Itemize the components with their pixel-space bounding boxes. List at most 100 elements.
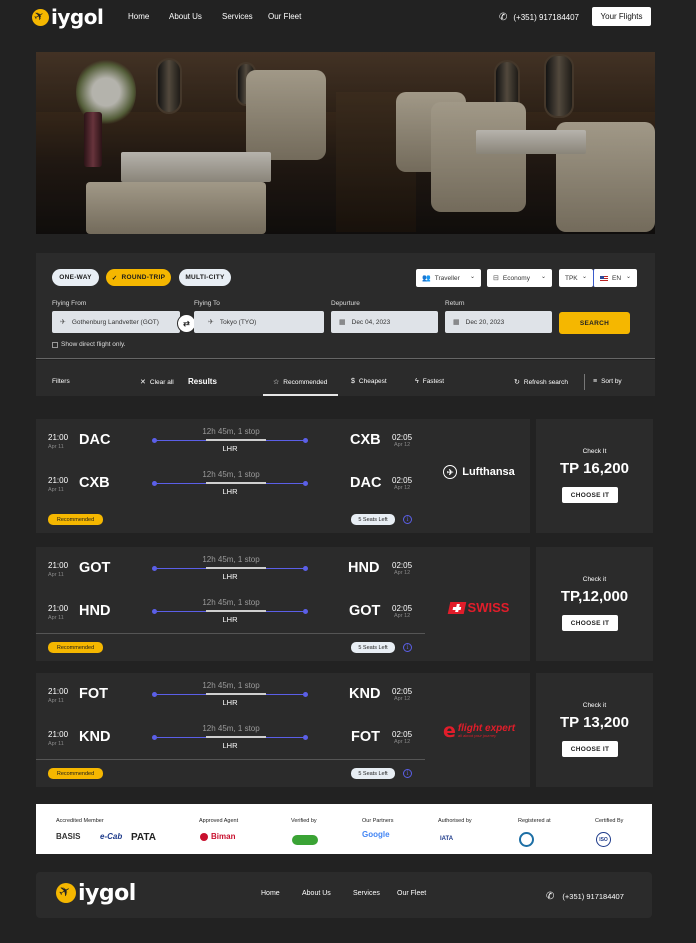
arrive-time: 02:05 <box>392 476 413 485</box>
partners-strip: Accredited Member BASIS e-Cab PATA Appro… <box>36 804 652 854</box>
traveller-select[interactable]: 👥 Traveller ⌄ <box>416 269 481 287</box>
header-phone[interactable]: ✆ (+351) 917184407 <box>499 12 579 23</box>
filters-label[interactable]: Filters <box>52 378 70 385</box>
verified-label: Verified by <box>291 818 317 824</box>
depart-date: Apr 11 <box>48 572 64 578</box>
nav-home[interactable]: Home <box>128 12 149 21</box>
authorised-label: Authorised by <box>438 818 472 824</box>
info-icon[interactable]: i <box>403 515 412 524</box>
arrive-date: Apr 12 <box>394 739 411 745</box>
depart-time: 21:00 <box>48 730 69 739</box>
footer-nav-fleet[interactable]: Our Fleet <box>397 890 426 897</box>
cabin-label: Economy <box>502 274 530 282</box>
search-panel: ONE-WAY ✓ ROUND-TRIP MULTI-CITY 👥 Travel… <box>36 253 655 359</box>
price-card: Check It TP 16,200 CHOOSE IT <box>536 419 653 533</box>
nav-fleet[interactable]: Our Fleet <box>268 12 301 21</box>
basis-logo: BASIS <box>56 832 81 841</box>
info-icon[interactable]: i <box>403 769 412 778</box>
to-field[interactable]: ✈ Tokyo (TYO) <box>194 311 324 333</box>
sort-by-button[interactable]: ≡ Sort by <box>593 378 622 385</box>
your-flights-button[interactable]: Your Flights <box>592 7 651 26</box>
info-icon[interactable]: i <box>403 643 412 652</box>
depart-time: 21:00 <box>48 561 69 570</box>
footer-nav-about[interactable]: About Us <box>302 890 331 897</box>
check-it-label: Check it <box>582 702 607 709</box>
chevron-down-icon: ⌄ <box>540 274 546 280</box>
airline-logo: SWISS <box>434 600 524 615</box>
footer-logo[interactable]: iygol <box>56 880 136 906</box>
check-icon: ✓ <box>111 274 118 282</box>
depart-date: Apr 11 <box>48 487 64 493</box>
chevron-down-icon: ⌄ <box>469 274 475 280</box>
biman-logo: Biman <box>211 832 236 841</box>
trip-multi-city[interactable]: MULTI-CITY <box>179 269 231 286</box>
results-heading: Results <box>188 377 217 386</box>
choose-it-button[interactable]: CHOOSE IT <box>562 487 618 503</box>
recommended-badge: Recommended <box>48 768 103 779</box>
flight-card: 21:00 Apr 11 DAC 12h 45m, 1 stop LHR CXB… <box>36 419 530 533</box>
price-card: Check it TP 13,200 CHOOSE IT <box>536 673 653 787</box>
origin-code: DAC <box>79 432 111 448</box>
footer-nav-home[interactable]: Home <box>261 890 280 897</box>
flight-leg: 21:00 Apr 11 KND 12h 45m, 1 stop LHR FOT… <box>36 716 436 756</box>
airline-logo: ✈ Lufthansa <box>434 465 524 479</box>
biman-icon <box>200 832 208 841</box>
destination-code: FOT <box>351 729 380 745</box>
cabin-select[interactable]: ⊟ Economy ⌄ <box>487 269 552 287</box>
trip-round-trip-label: ROUND-TRIP <box>121 274 166 281</box>
plane-landing-icon: ✈ <box>208 319 214 326</box>
origin-code: HND <box>79 603 111 619</box>
search-button[interactable]: SEARCH <box>559 312 630 334</box>
trip-round-trip[interactable]: ✓ ROUND-TRIP <box>106 269 171 286</box>
price: TP 16,200 <box>560 460 629 477</box>
phone-number: (+351) 917184407 <box>513 13 580 22</box>
nav-services[interactable]: Services <box>222 12 253 21</box>
trip-one-way[interactable]: ONE-WAY <box>52 269 99 286</box>
logo[interactable]: iygol <box>32 4 104 30</box>
footer-phone[interactable]: ✆ (+351) 917184407 <box>546 891 624 902</box>
duration: 12h 45m, 1 stop <box>202 470 260 479</box>
recommended-badge: Recommended <box>48 514 103 525</box>
footer-nav-services[interactable]: Services <box>353 890 380 897</box>
divider <box>584 374 585 390</box>
choose-it-button[interactable]: CHOOSE IT <box>562 615 618 631</box>
nav-about[interactable]: About Us <box>169 12 202 21</box>
plane-takeoff-icon: ✈ <box>60 319 66 326</box>
results-filter-bar: Filters ✕ Clear all Results ☆ Recommende… <box>36 360 655 396</box>
iata-logo: IATA <box>440 836 454 842</box>
language-select[interactable]: EN ⌄ <box>593 269 637 287</box>
star-icon: ☆ <box>273 379 280 386</box>
bolt-icon: ϟ <box>415 378 419 385</box>
accredited-label: Accredited Member <box>56 818 104 824</box>
destination-code: KND <box>349 686 381 702</box>
arrive-time: 02:05 <box>392 604 413 613</box>
price: TP 13,200 <box>560 714 629 731</box>
plane-logo-icon <box>32 8 49 26</box>
direct-only-checkbox[interactable]: Show direct flight only. <box>52 341 126 348</box>
flight-leg: 21:00 Apr 11 CXB 12h 45m, 1 stop LHR DAC… <box>36 462 436 502</box>
tab-fastest[interactable]: ϟ Fastest <box>415 378 444 385</box>
stopover: LHR <box>222 698 238 707</box>
refresh-search-button[interactable]: ↻ Refresh search <box>514 378 568 387</box>
active-tab-indicator <box>263 394 338 396</box>
phone-icon: ✆ <box>546 891 555 902</box>
choose-it-button[interactable]: CHOOSE IT <box>562 741 618 757</box>
return-field[interactable]: ▦ Dec 20, 2023 <box>445 311 552 333</box>
destination-code: DAC <box>350 475 382 491</box>
certified-label: Certified By <box>595 818 624 824</box>
duration: 12h 45m, 1 stop <box>202 724 260 733</box>
depart-date: Apr 11 <box>48 615 64 621</box>
tab-cheapest-label: Cheapest <box>358 378 387 385</box>
tab-recommended[interactable]: ☆ Recommended <box>273 378 327 387</box>
tab-cheapest[interactable]: $ Cheapest <box>351 378 387 385</box>
duration: 12h 45m, 1 stop <box>202 681 260 690</box>
depart-value: Dec 04, 2023 <box>351 318 391 326</box>
flight-card: 21:00 Apr 11 FOT 12h 45m, 1 stop LHR KND… <box>36 673 530 787</box>
from-field[interactable]: ✈ Gothenburg Landvetter (GOT) <box>52 311 180 333</box>
currency-select[interactable]: TPK ⌄ <box>559 269 593 287</box>
arrive-time: 02:05 <box>392 433 413 442</box>
site-footer: iygol Home About Us Services Our Fleet ✆… <box>36 872 652 918</box>
partners-label: Our Partners <box>362 818 394 824</box>
clear-all-button[interactable]: ✕ Clear all <box>140 378 174 387</box>
depart-field[interactable]: ▦ Dec 04, 2023 <box>331 311 438 333</box>
